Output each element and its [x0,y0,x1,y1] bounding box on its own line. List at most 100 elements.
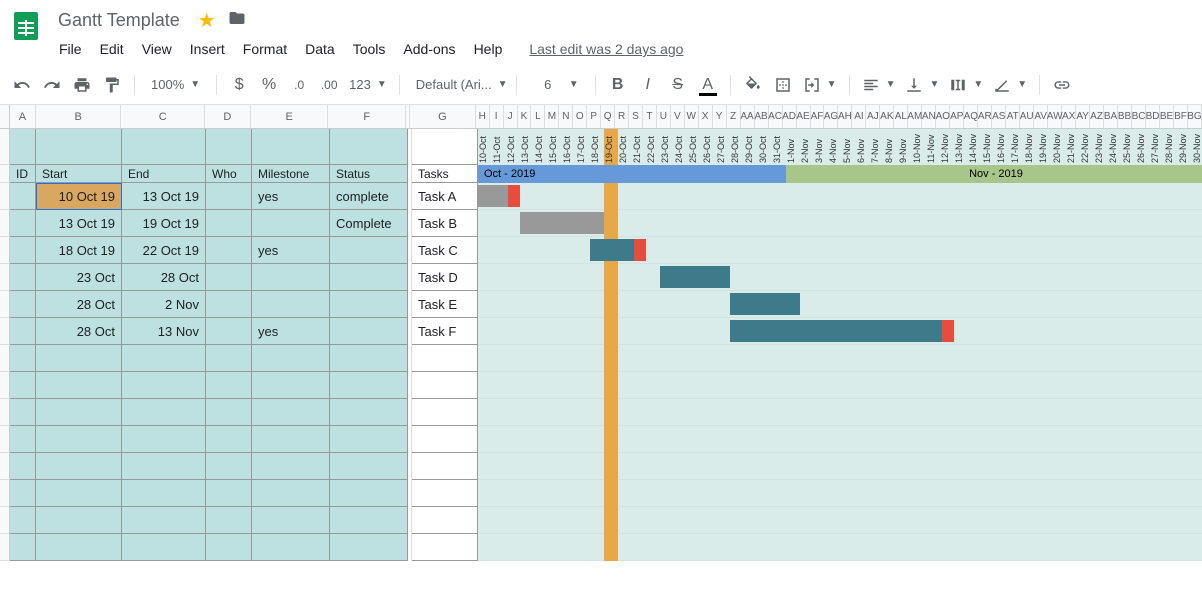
empty-cell[interactable] [252,345,330,372]
col-header-AC[interactable]: AC [769,105,783,128]
date-header-18-Nov[interactable]: 18-Nov [1024,129,1038,165]
col-header-AN[interactable]: AN [922,105,936,128]
empty-cell[interactable] [36,372,122,399]
date-header-1-Nov[interactable]: 1-Nov [786,129,800,165]
date-header-19-Nov[interactable]: 19-Nov [1038,129,1052,165]
date-header-9-Nov[interactable]: 9-Nov [898,129,912,165]
cell-end-2[interactable]: 22 Oct 19 [122,237,206,264]
col-header-T[interactable]: T [643,105,657,128]
empty-cell[interactable] [330,426,408,453]
cell-task-4[interactable]: Task E [412,291,478,318]
empty-cell[interactable] [10,426,36,453]
undo-button[interactable] [8,71,36,99]
empty-cell[interactable] [36,507,122,534]
col-header-U[interactable]: U [657,105,671,128]
col-header-C[interactable]: C [121,105,205,128]
col-header-W[interactable]: W [685,105,699,128]
blank-cell[interactable] [330,129,408,165]
date-header-30-Nov[interactable]: 30-Nov [1192,129,1202,165]
empty-cell[interactable] [252,507,330,534]
cell-milestone-2[interactable]: yes [252,237,330,264]
col-header-AM[interactable]: AM [908,105,922,128]
col-header-AF[interactable]: AF [811,105,825,128]
date-header-7-Nov[interactable]: 7-Nov [870,129,884,165]
col-header-F[interactable]: F [328,105,406,128]
date-header-25-Oct[interactable]: 25-Oct [688,129,702,165]
date-header-14-Oct[interactable]: 14-Oct [534,129,548,165]
date-header-21-Nov[interactable]: 21-Nov [1066,129,1080,165]
header-tasks[interactable]: Tasks [412,165,478,183]
empty-cell[interactable] [10,480,36,507]
cell-who-4[interactable] [206,291,252,318]
cell-status-1[interactable]: Complete [330,210,408,237]
empty-cell[interactable] [252,426,330,453]
col-header-R[interactable]: R [615,105,629,128]
date-header-23-Nov[interactable]: 23-Nov [1094,129,1108,165]
date-header-17-Oct[interactable]: 17-Oct [576,129,590,165]
empty-cell[interactable] [36,345,122,372]
date-header-14-Nov[interactable]: 14-Nov [968,129,982,165]
col-header-BF[interactable]: BF [1174,105,1188,128]
col-header-AP[interactable]: AP [950,105,964,128]
date-header-25-Nov[interactable]: 25-Nov [1122,129,1136,165]
empty-task-cell[interactable] [412,507,478,534]
decrease-decimal-button[interactable]: .0 [285,71,313,99]
cell-who-2[interactable] [206,237,252,264]
date-header-22-Nov[interactable]: 22-Nov [1080,129,1094,165]
date-header-26-Oct[interactable]: 26-Oct [702,129,716,165]
col-header-S[interactable]: S [629,105,643,128]
cell-milestone-5[interactable]: yes [252,318,330,345]
merge-cells-dropdown[interactable]: ▼ [799,71,841,99]
date-header-11-Oct[interactable]: 11-Oct [492,129,506,165]
empty-cell[interactable] [122,507,206,534]
vertical-align-dropdown[interactable]: ▼ [901,71,943,99]
date-header-10-Nov[interactable]: 10-Nov [912,129,926,165]
date-header-21-Oct[interactable]: 21-Oct [632,129,646,165]
col-header-Z[interactable]: Z [727,105,741,128]
paint-format-button[interactable] [98,71,126,99]
cell-start-3[interactable]: 23 Oct [36,264,122,291]
bold-button[interactable]: B [604,71,632,99]
date-header-26-Nov[interactable]: 26-Nov [1136,129,1150,165]
col-header-Y[interactable]: Y [713,105,727,128]
menu-format[interactable]: Format [236,37,294,61]
date-header-24-Nov[interactable]: 24-Nov [1108,129,1122,165]
redo-button[interactable] [38,71,66,99]
col-header-L[interactable]: L [531,105,545,128]
fill-color-button[interactable] [739,71,767,99]
last-edit-link[interactable]: Last edit was 2 days ago [529,41,683,57]
empty-cell[interactable] [206,534,252,561]
header-status[interactable]: Status [330,165,408,183]
empty-cell[interactable] [252,399,330,426]
empty-cell[interactable] [330,372,408,399]
cell-task-1[interactable]: Task B [412,210,478,237]
col-header-BE[interactable]: BE [1160,105,1174,128]
empty-cell[interactable] [206,399,252,426]
header-start[interactable]: Start [36,165,122,183]
date-header-30-Oct[interactable]: 30-Oct [758,129,772,165]
blank-cell[interactable] [252,129,330,165]
date-header-18-Oct[interactable]: 18-Oct [590,129,604,165]
italic-button[interactable]: I [634,71,662,99]
date-header-12-Oct[interactable]: 12-Oct [506,129,520,165]
horizontal-align-dropdown[interactable]: ▼ [858,71,900,99]
empty-cell[interactable] [10,534,36,561]
empty-task-cell[interactable] [412,372,478,399]
col-header-BB[interactable]: BB [1118,105,1132,128]
cell-who-0[interactable] [206,183,252,210]
cell-end-5[interactable]: 13 Nov [122,318,206,345]
insert-link-button[interactable] [1048,71,1076,99]
empty-task-cell[interactable] [412,399,478,426]
col-header-AX[interactable]: AX [1062,105,1076,128]
col-header-AW[interactable]: AW [1048,105,1062,128]
empty-task-cell[interactable] [412,453,478,480]
date-header-29-Oct[interactable]: 29-Oct [744,129,758,165]
date-header-15-Oct[interactable]: 15-Oct [548,129,562,165]
col-header-AT[interactable]: AT [1006,105,1020,128]
date-header-2-Nov[interactable]: 2-Nov [800,129,814,165]
empty-cell[interactable] [330,453,408,480]
cell-end-3[interactable]: 28 Oct [122,264,206,291]
empty-task-cell[interactable] [412,345,478,372]
cell-status-5[interactable] [330,318,408,345]
date-header-22-Oct[interactable]: 22-Oct [646,129,660,165]
